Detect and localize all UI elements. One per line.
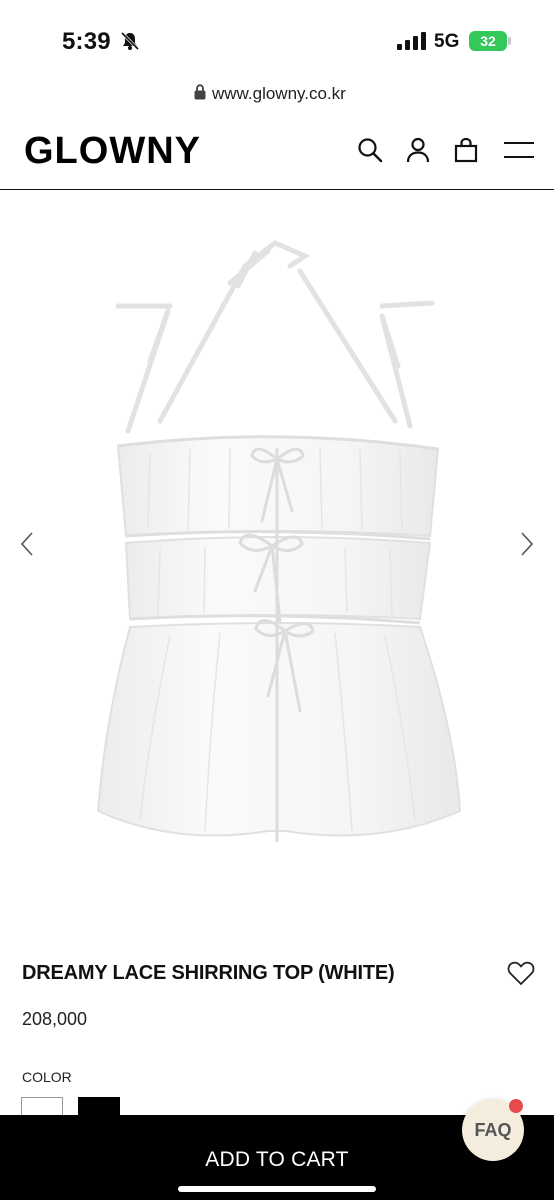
- lock-icon: [194, 84, 206, 100]
- user-icon[interactable]: [404, 136, 432, 164]
- silent-bell-icon: [120, 31, 140, 51]
- previous-image-arrow-icon[interactable]: [18, 531, 38, 557]
- search-icon[interactable]: [356, 136, 384, 164]
- product-price: 208,000: [22, 1009, 88, 1029]
- battery-icon: 32: [469, 31, 507, 51]
- product-image-carousel[interactable]: [0, 191, 554, 931]
- url-text[interactable]: www.glowny.co.kr: [212, 84, 346, 104]
- site-header: GLOWNY: [0, 110, 554, 190]
- site-logo[interactable]: GLOWNY: [24, 130, 201, 173]
- battery-level: 32: [480, 33, 496, 49]
- notification-dot: [509, 1099, 523, 1113]
- signal-icon: [397, 32, 426, 50]
- network-type: 5G: [434, 31, 460, 52]
- faq-label: FAQ: [474, 1120, 512, 1140]
- color-label: COLOR: [22, 1069, 72, 1085]
- home-indicator: [178, 1186, 376, 1192]
- product-image: [96, 240, 462, 843]
- status-time: 5:39: [62, 28, 111, 55]
- shopping-bag-icon[interactable]: [452, 136, 480, 164]
- product-title: DREAMY LACE SHIRRING TOP (WHITE): [22, 962, 395, 984]
- heart-icon[interactable]: [507, 960, 535, 986]
- next-image-arrow-icon[interactable]: [516, 531, 536, 557]
- hamburger-menu-icon[interactable]: [503, 136, 535, 164]
- battery-tip: [508, 37, 511, 45]
- status-bar: 5:39 5G 32: [0, 0, 554, 80]
